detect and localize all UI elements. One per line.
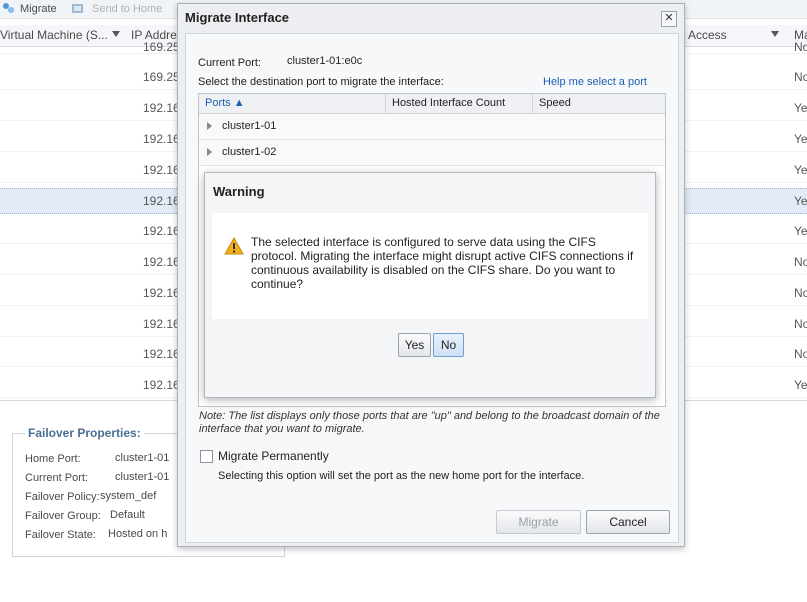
ports-table-header: Ports ▲ Hosted Interface Count Speed	[199, 94, 665, 114]
migrate-permanently-description: Selecting this option will set the port …	[218, 470, 585, 482]
yes-button[interactable]: Yes	[398, 333, 431, 357]
warning-title: Warning	[213, 184, 265, 199]
column-speed[interactable]: Speed	[533, 94, 665, 113]
dialog-title: Migrate Interface	[185, 10, 290, 25]
help-select-port-link[interactable]: Help me select a port	[543, 76, 647, 89]
current-port-value: cluster1-01:e0c	[287, 55, 363, 67]
column-hosted-interface-count[interactable]: Hosted Interface Count	[386, 94, 533, 113]
warning-icon	[224, 237, 244, 255]
warning-dialog: Warning The selected interface is config…	[204, 172, 656, 398]
warning-body: The selected interface is configured to …	[212, 213, 648, 319]
warning-message: The selected interface is configured to …	[251, 235, 634, 291]
migrate-permanently-label[interactable]: Migrate Permanently	[218, 450, 329, 463]
note-text: Note: The list displays only those ports…	[199, 410, 660, 435]
migrate-permanently-checkbox[interactable]	[200, 450, 213, 463]
instruction-text: Select the destination port to migrate t…	[198, 76, 444, 88]
port-row-cluster1-01[interactable]: cluster1-01	[199, 114, 665, 140]
migrate-button[interactable]: Migrate	[496, 510, 581, 534]
port-label: cluster1-02	[222, 146, 277, 158]
column-ports[interactable]: Ports ▲	[199, 94, 386, 113]
port-row-cluster1-02[interactable]: cluster1-02	[199, 140, 665, 166]
cancel-button[interactable]: Cancel	[586, 510, 670, 534]
close-icon[interactable]: ✕	[661, 11, 677, 27]
current-port-label: Current Port:	[198, 57, 261, 69]
expand-icon[interactable]	[207, 148, 212, 156]
no-button[interactable]: No	[433, 333, 464, 357]
expand-icon[interactable]	[207, 122, 212, 130]
port-label: cluster1-01	[222, 120, 277, 132]
